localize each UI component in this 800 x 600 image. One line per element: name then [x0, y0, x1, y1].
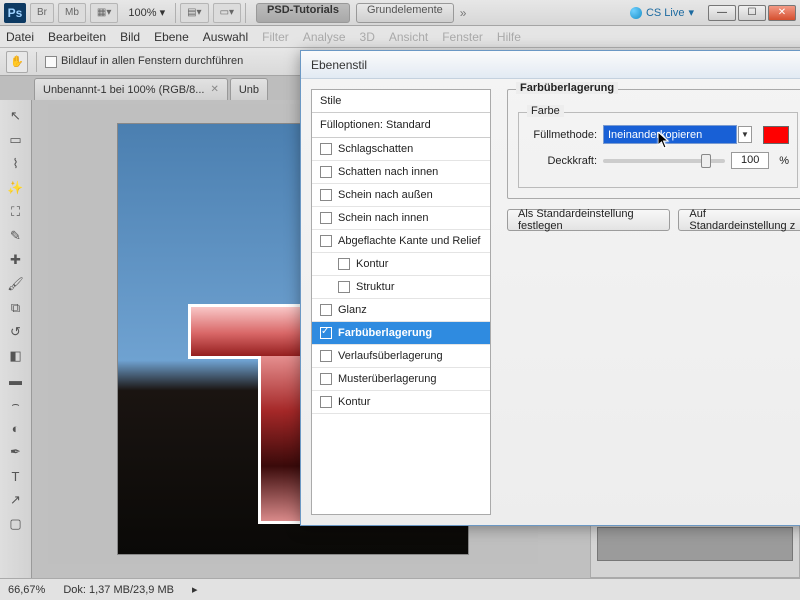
divider — [36, 52, 37, 72]
minimize-button[interactable]: — — [708, 5, 736, 21]
style-color-overlay[interactable]: Farbüberlagerung — [312, 322, 490, 345]
shape-tool-icon[interactable]: ▢ — [2, 513, 30, 535]
style-pattern-overlay[interactable]: Musterüberlagerung — [312, 368, 490, 391]
style-stroke[interactable]: Kontur — [312, 391, 490, 414]
dodge-tool-icon[interactable]: ◐ — [2, 417, 30, 439]
stamp-tool-icon[interactable]: ⧉ — [2, 297, 30, 319]
gradient-tool-icon[interactable]: ▬ — [2, 369, 30, 391]
status-menu-icon[interactable]: ▸ — [192, 583, 198, 596]
minibridge-button[interactable]: Mb — [58, 3, 86, 23]
document-tab[interactable]: Unb — [230, 78, 268, 100]
color-group-legend: Farbe — [527, 105, 564, 117]
menu-ansicht[interactable]: Ansicht — [389, 30, 428, 44]
menu-hilfe[interactable]: Hilfe — [497, 30, 521, 44]
cs-live-button[interactable]: CS Live ▾ — [630, 6, 694, 19]
menu-bearbeiten[interactable]: Bearbeiten — [48, 30, 106, 44]
styles-list: Stile Fülloptionen: Standard Schlagschat… — [311, 89, 491, 515]
color-overlay-section: Farbüberlagerung Farbe Füllmethode: Inei… — [507, 89, 800, 199]
wand-tool-icon[interactable]: ✨ — [2, 177, 30, 199]
app-title-bar: Ps Br Mb ▦▾ 100% ▾ ▤▾ ▭▾ PSD-Tutorials G… — [0, 0, 800, 26]
style-inner-glow[interactable]: Schein nach innen — [312, 207, 490, 230]
style-gradient-overlay[interactable]: Verlaufsüberlagerung — [312, 345, 490, 368]
screenmode-button[interactable]: ▭▾ — [213, 3, 241, 23]
bridge-button[interactable]: Br — [30, 3, 54, 23]
close-button[interactable]: ✕ — [768, 5, 796, 21]
blend-mode-combo[interactable]: Ineinanderkopieren ▼ — [603, 125, 737, 144]
color-group: Farbe Füllmethode: Ineinanderkopieren ▼ … — [518, 112, 798, 188]
menu-datei[interactable]: Datei — [6, 30, 34, 44]
lasso-tool-icon[interactable]: ⌇ — [2, 153, 30, 175]
workspace-tab-active[interactable]: PSD-Tutorials — [256, 3, 350, 23]
divider — [245, 3, 246, 23]
close-tab-icon[interactable]: ✕ — [210, 84, 218, 95]
make-default-button[interactable]: Als Standardeinstellung festlegen — [507, 209, 670, 231]
menu-analyse[interactable]: Analyse — [303, 30, 346, 44]
workspace-tab[interactable]: Grundelemente — [356, 3, 454, 23]
style-texture[interactable]: Struktur — [312, 276, 490, 299]
eraser-tool-icon[interactable]: ◧ — [2, 345, 30, 367]
ps-logo: Ps — [4, 3, 26, 23]
pen-tool-icon[interactable]: ✒ — [2, 441, 30, 463]
scroll-all-checkbox[interactable]: Bildlauf in allen Fenstern durchführen — [45, 55, 243, 67]
zoom-percent[interactable]: 66,67% — [8, 584, 45, 596]
path-tool-icon[interactable]: ↗ — [2, 489, 30, 511]
style-outer-glow[interactable]: Schein nach außen — [312, 184, 490, 207]
chevron-down-icon[interactable]: ▼ — [738, 126, 752, 143]
maximize-button[interactable]: ☐ — [738, 5, 766, 21]
opacity-slider[interactable] — [603, 159, 725, 163]
blur-tool-icon[interactable]: ⌢ — [2, 393, 30, 415]
layer-style-dialog: Ebenenstil Stile Fülloptionen: Standard … — [300, 50, 800, 526]
toolbox: ↖ ▭ ⌇ ✨ ⛶ ✎ ✚ 🖌 ⧉ ↺ ◧ ▬ ⌢ ◐ ✒ T ↗ ▢ — [0, 100, 32, 578]
menu-ebene[interactable]: Ebene — [154, 30, 189, 44]
menu-3d[interactable]: 3D — [360, 30, 375, 44]
blend-mode-label: Füllmethode: — [527, 129, 597, 141]
percent-label: % — [779, 155, 789, 167]
divider — [175, 3, 176, 23]
overlay-color-swatch[interactable] — [763, 126, 789, 144]
menu-bar: Datei Bearbeiten Bild Ebene Auswahl Filt… — [0, 26, 800, 48]
extras-button[interactable]: ▤▾ — [180, 3, 208, 23]
doc-size-display[interactable]: Dok: 1,37 MB/23,9 MB — [63, 584, 174, 596]
style-contour[interactable]: Kontur — [312, 253, 490, 276]
cs-live-icon — [630, 7, 642, 19]
type-tool-icon[interactable]: T — [2, 465, 30, 487]
document-tab[interactable]: Unbenannt-1 bei 100% (RGB/8...✕ — [34, 78, 228, 100]
workspace-more-icon[interactable]: » — [460, 6, 467, 20]
crop-tool-icon[interactable]: ⛶ — [2, 201, 30, 223]
opacity-label: Deckkraft: — [527, 155, 597, 167]
marquee-tool-icon[interactable]: ▭ — [2, 129, 30, 151]
menu-auswahl[interactable]: Auswahl — [203, 30, 248, 44]
eyedropper-tool-icon[interactable]: ✎ — [2, 225, 30, 247]
reset-default-button[interactable]: Auf Standardeinstellung z — [678, 209, 800, 231]
menu-fenster[interactable]: Fenster — [442, 30, 483, 44]
dialog-titlebar[interactable]: Ebenenstil — [301, 51, 800, 79]
opacity-input[interactable]: 100 — [731, 152, 769, 169]
status-bar: 66,67% Dok: 1,37 MB/23,9 MB ▸ — [0, 578, 800, 600]
view-arrange-button[interactable]: ▦▾ — [90, 3, 118, 23]
section-title: Farbüberlagerung — [516, 82, 618, 94]
heal-tool-icon[interactable]: ✚ — [2, 249, 30, 271]
style-satin[interactable]: Glanz — [312, 299, 490, 322]
zoom-display[interactable]: 100% ▾ — [122, 6, 171, 19]
brush-tool-icon[interactable]: 🖌 — [2, 273, 30, 295]
panel-strip-slot — [597, 527, 793, 561]
style-drop-shadow[interactable]: Schlagschatten — [312, 138, 490, 161]
menu-bild[interactable]: Bild — [120, 30, 140, 44]
styles-header[interactable]: Stile — [312, 90, 490, 113]
hand-tool-icon[interactable]: ✋ — [6, 51, 28, 73]
blend-options-row[interactable]: Fülloptionen: Standard — [312, 113, 490, 138]
style-inner-shadow[interactable]: Schatten nach innen — [312, 161, 490, 184]
menu-filter[interactable]: Filter — [262, 30, 289, 44]
move-tool-icon[interactable]: ↖ — [2, 105, 30, 127]
history-brush-icon[interactable]: ↺ — [2, 321, 30, 343]
style-bevel[interactable]: Abgeflachte Kante und Relief — [312, 230, 490, 253]
